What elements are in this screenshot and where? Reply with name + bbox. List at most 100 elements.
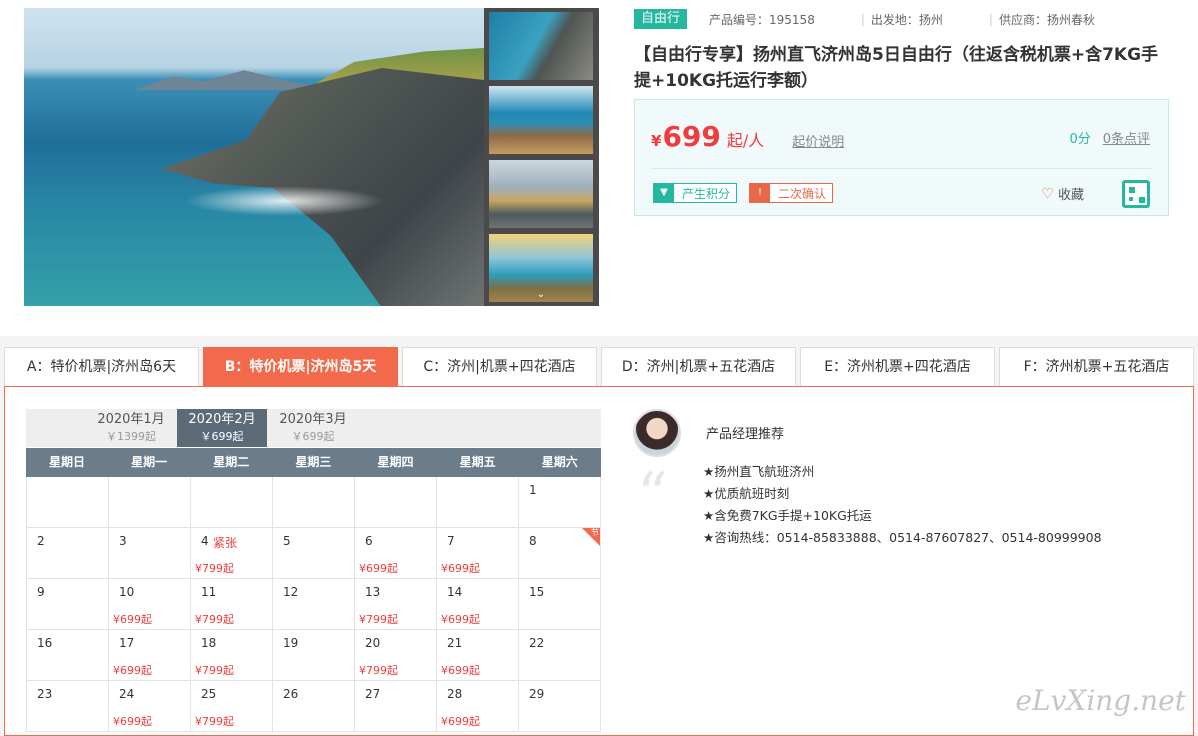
calendar-day-cell[interactable]: 10 ¥699起 bbox=[109, 579, 191, 629]
thumbnail-3[interactable] bbox=[489, 160, 593, 228]
day-number: 3 bbox=[119, 534, 127, 548]
product-title: 【自由行专享】扬州直飞济州岛5日自由行（往返含税机票+含7KG手提+10KG托运… bbox=[634, 45, 1159, 91]
day-price: ¥799起 bbox=[195, 715, 234, 728]
day-number: 5 bbox=[283, 534, 291, 548]
tab-e[interactable]: E：济州机票+四花酒店 bbox=[800, 347, 995, 387]
month-name: 2020年2月 bbox=[188, 412, 256, 427]
thumbnail-4[interactable]: ⌄ bbox=[489, 234, 593, 302]
calendar-empty-cell bbox=[109, 477, 191, 527]
tab-b[interactable]: B：特价机票|济州岛5天 bbox=[203, 347, 398, 387]
thumbnail-2[interactable] bbox=[489, 86, 593, 154]
day-price: ¥699起 bbox=[113, 715, 152, 728]
recommendation-item: ★含免费7KG手提+10KG托运 bbox=[703, 508, 872, 523]
calendar-grid: 1 2 3 4 紧张 ¥799起 5 6 ¥699起 7 ¥699起 8 节 9 10 ¥699起 11 ¥799… bbox=[26, 477, 601, 732]
wave-foam bbox=[184, 186, 384, 216]
day-number: 18 bbox=[201, 636, 217, 650]
points-badge-label: 产生积分 bbox=[682, 186, 731, 201]
weekday-label: 星期五 bbox=[459, 455, 496, 469]
price-note-link[interactable]: 起价说明 bbox=[792, 131, 844, 150]
meta-divider: | bbox=[860, 12, 865, 26]
package-tabs: A：特价机票|济州岛6天 B：特价机票|济州岛5天 C：济州|机票+四花酒店 D… bbox=[4, 347, 1194, 387]
day-number: 9 bbox=[37, 585, 45, 599]
calendar-day-cell[interactable]: 28 ¥699起 bbox=[437, 681, 519, 731]
calendar-empty-cell bbox=[191, 477, 273, 527]
confirm-badge: ! 二次确认 bbox=[749, 183, 834, 203]
day-number: 25 bbox=[201, 687, 217, 701]
day-price: ¥799起 bbox=[359, 664, 398, 677]
calendar-empty-cell bbox=[273, 477, 355, 527]
calendar-day-cell[interactable]: 25 ¥799起 bbox=[191, 681, 273, 731]
weekday-label: 星期一 bbox=[131, 455, 168, 469]
calendar-day-cell: 16 bbox=[27, 630, 109, 680]
calendar-week-row: 9 10 ¥699起 11 ¥799起 12 13 ¥799起 14 ¥699起 15 bbox=[27, 579, 601, 630]
price-unit: 起/人 bbox=[726, 131, 765, 150]
reviews-link[interactable]: 0条点评 bbox=[1103, 128, 1150, 147]
holiday-label: 节 bbox=[591, 528, 599, 537]
month-price: ￥1399起 bbox=[106, 430, 156, 443]
calendar-day-cell: 12 bbox=[273, 579, 355, 629]
calendar-day-cell[interactable]: 14 ¥699起 bbox=[437, 579, 519, 629]
manager-title: 产品经理推荐 bbox=[706, 427, 785, 442]
day-number: 11 bbox=[201, 585, 217, 599]
day-number: 13 bbox=[365, 585, 381, 599]
day-number: 16 bbox=[37, 636, 53, 650]
day-number: 17 bbox=[119, 636, 135, 650]
month-jan[interactable]: 2020年1月 ￥1399起 bbox=[86, 409, 176, 447]
day-number: 23 bbox=[37, 687, 53, 701]
calendar-day-cell[interactable]: 4 紧张 ¥799起 bbox=[191, 528, 273, 578]
day-number: 14 bbox=[447, 585, 463, 599]
price-line: ¥ 699 起/人 起价说明 bbox=[651, 120, 844, 153]
weekday-label: 星期三 bbox=[295, 455, 332, 469]
weekday-label: 星期二 bbox=[213, 455, 250, 469]
watermark: eLvXing.net bbox=[1015, 684, 1186, 717]
heart-icon: ♡ bbox=[1041, 185, 1054, 202]
day-number: 20 bbox=[365, 636, 381, 650]
month-mar[interactable]: 2020年3月 ￥699起 bbox=[268, 409, 358, 447]
calendar-day-cell: 26 bbox=[273, 681, 355, 731]
calendar-day-cell[interactable]: 7 ¥699起 bbox=[437, 528, 519, 578]
calendar-day-cell[interactable]: 24 ¥699起 bbox=[109, 681, 191, 731]
thumbnail-1[interactable] bbox=[489, 12, 593, 80]
calendar-day-cell[interactable]: 20 ¥799起 bbox=[355, 630, 437, 680]
price-value: 699 bbox=[662, 120, 721, 153]
calendar-day-cell: 27 bbox=[355, 681, 437, 731]
points-badge: ▼ 产生积分 bbox=[653, 183, 738, 203]
tab-a[interactable]: A：特价机票|济州岛6天 bbox=[4, 347, 199, 387]
badges: ▼ 产生积分 ! 二次确认 bbox=[653, 183, 834, 203]
qr-code-icon[interactable] bbox=[1122, 180, 1150, 208]
price-box: ¥ 699 起/人 起价说明 0分 0条点评 ▼ 产生积分 ! 二次确认 ♡ 收… bbox=[634, 99, 1169, 216]
calendar-day-cell: 22 bbox=[519, 630, 601, 680]
calendar-day-cell: 15 bbox=[519, 579, 601, 629]
tab-f[interactable]: F：济州机票+五花酒店 bbox=[999, 347, 1194, 387]
day-number: 29 bbox=[529, 687, 545, 701]
product-code: 产品编号：195158 bbox=[709, 12, 815, 27]
calendar-day-cell[interactable]: 21 ¥699起 bbox=[437, 630, 519, 680]
month-name: 2020年3月 bbox=[279, 412, 347, 427]
day-price: ¥699起 bbox=[441, 613, 480, 626]
calendar-day-cell: 3 bbox=[109, 528, 191, 578]
calendar-day-cell[interactable]: 17 ¥699起 bbox=[109, 630, 191, 680]
calendar-empty-cell bbox=[437, 477, 519, 527]
tab-c[interactable]: C：济州|机票+四花酒店 bbox=[402, 347, 597, 387]
day-number: 1 bbox=[529, 483, 537, 497]
calendar-day-cell[interactable]: 6 ¥699起 bbox=[355, 528, 437, 578]
calendar-day-cell[interactable]: 11 ¥799起 bbox=[191, 579, 273, 629]
calendar-week-row: 2 3 4 紧张 ¥799起 5 6 ¥699起 7 ¥699起 8 节 bbox=[27, 528, 601, 579]
day-price: ¥799起 bbox=[195, 664, 234, 677]
main-photo[interactable] bbox=[24, 8, 484, 306]
tab-d[interactable]: D：济州|机票+五花酒店 bbox=[601, 347, 796, 387]
month-price: ￥699起 bbox=[200, 430, 244, 443]
favorite-button[interactable]: ♡ 收藏 bbox=[1041, 184, 1084, 204]
day-price: ¥699起 bbox=[113, 613, 152, 626]
day-number: 8 bbox=[529, 534, 537, 548]
calendar-day-cell[interactable]: 18 ¥799起 bbox=[191, 630, 273, 680]
day-number: 19 bbox=[283, 636, 299, 650]
chevron-down-icon[interactable]: ⌄ bbox=[489, 290, 593, 300]
month-selector: 2020年1月 ￥1399起 2020年2月 ￥699起 2020年3月 ￥69… bbox=[26, 409, 601, 447]
month-feb[interactable]: 2020年2月 ￥699起 bbox=[177, 409, 267, 447]
day-number: 27 bbox=[365, 687, 381, 701]
avatar bbox=[633, 409, 681, 457]
calendar-day-cell[interactable]: 13 ¥799起 bbox=[355, 579, 437, 629]
weekday-header: 星期日 星期一 星期二 星期三 星期四 星期五 星期六 bbox=[26, 448, 601, 477]
calendar-day-cell: 5 bbox=[273, 528, 355, 578]
